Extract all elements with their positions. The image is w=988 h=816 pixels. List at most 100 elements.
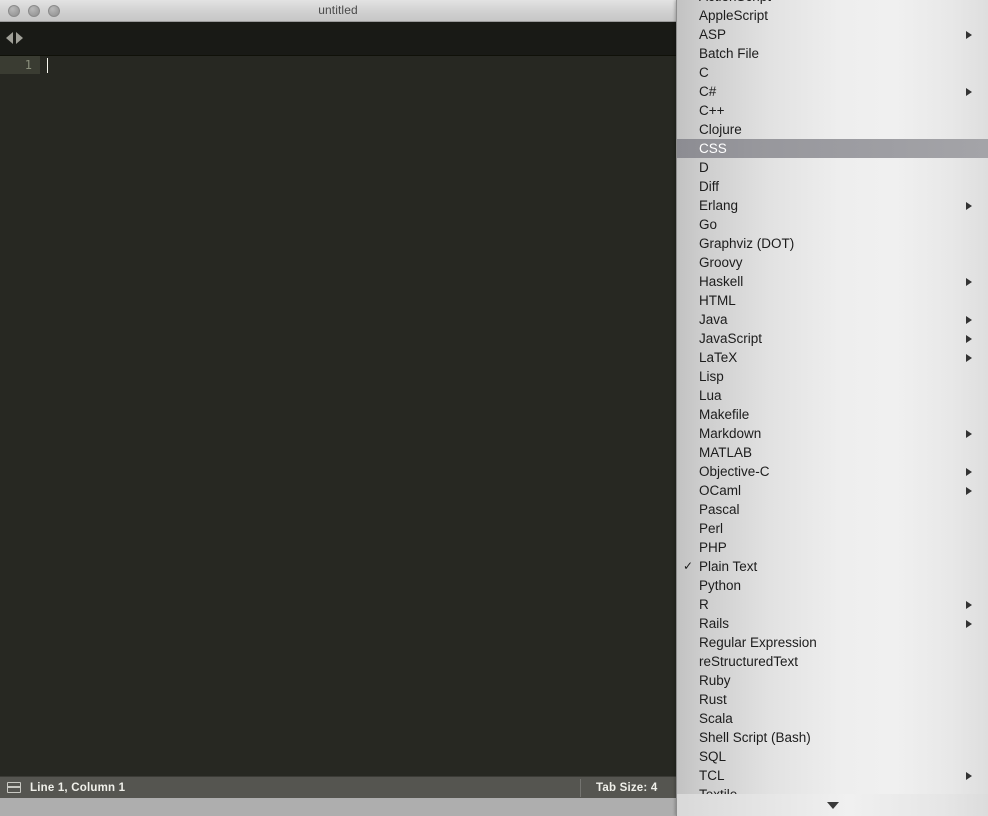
menu-item-c[interactable]: C++ <box>677 101 988 120</box>
menu-item-java[interactable]: Java <box>677 310 988 329</box>
text-caret <box>47 58 48 73</box>
menu-item-diff[interactable]: Diff <box>677 177 988 196</box>
menu-item-label: Pascal <box>699 502 740 517</box>
window-title-bar[interactable]: untitled <box>0 0 676 22</box>
menu-item-label: C <box>699 65 709 80</box>
menu-item-latex[interactable]: LaTeX <box>677 348 988 367</box>
menu-item-tcl[interactable]: TCL <box>677 766 988 785</box>
submenu-arrow-icon <box>966 316 972 324</box>
menu-item-label: Perl <box>699 521 724 536</box>
menu-item-label: Go <box>699 217 718 232</box>
menu-item-python[interactable]: Python <box>677 576 988 595</box>
menu-item-label: Markdown <box>699 426 762 441</box>
menu-item-pascal[interactable]: Pascal <box>677 500 988 519</box>
submenu-arrow-icon <box>966 620 972 628</box>
menu-item-ocaml[interactable]: OCaml <box>677 481 988 500</box>
menu-item-perl[interactable]: Perl <box>677 519 988 538</box>
menu-item-label: Lua <box>699 388 722 403</box>
menu-item-sql[interactable]: SQL <box>677 747 988 766</box>
panel-toggle-icon[interactable] <box>7 782 21 793</box>
menu-item-d[interactable]: D <box>677 158 988 177</box>
menu-item-c[interactable]: C# <box>677 82 988 101</box>
menu-item-batch-file[interactable]: Batch File <box>677 44 988 63</box>
menu-item-label: Plain Text <box>699 559 758 574</box>
menu-item-label: OCaml <box>699 483 742 498</box>
menu-item-label: Scala <box>699 711 733 726</box>
status-bar: Line 1, Column 1 Tab Size: 4 <box>0 776 676 798</box>
submenu-arrow-icon <box>966 354 972 362</box>
menu-item-regular-expression[interactable]: Regular Expression <box>677 633 988 652</box>
menu-item-asp[interactable]: ASP <box>677 25 988 44</box>
menu-item-label: LaTeX <box>699 350 738 365</box>
menu-item-label: Shell Script (Bash) <box>699 730 811 745</box>
menu-item-label: Diff <box>699 179 720 194</box>
menu-item-label: AppleScript <box>699 8 769 23</box>
chevron-down-icon <box>827 801 839 809</box>
menu-item-graphviz-dot[interactable]: Graphviz (DOT) <box>677 234 988 253</box>
menu-item-erlang[interactable]: Erlang <box>677 196 988 215</box>
tab-bar <box>0 22 676 56</box>
menu-item-javascript[interactable]: JavaScript <box>677 329 988 348</box>
menu-item-label: Clojure <box>699 122 742 137</box>
submenu-arrow-icon <box>966 202 972 210</box>
menu-item-r[interactable]: R <box>677 595 988 614</box>
menu-item-label: TCL <box>699 768 725 783</box>
menu-item-label: Rails <box>699 616 730 631</box>
submenu-arrow-icon <box>966 487 972 495</box>
menu-item-ruby[interactable]: Ruby <box>677 671 988 690</box>
menu-item-lisp[interactable]: Lisp <box>677 367 988 386</box>
code-editor-area[interactable]: 1 <box>0 56 676 776</box>
line-number: 1 <box>24 58 32 72</box>
menu-item-label: D <box>699 160 709 175</box>
menu-item-label: Makefile <box>699 407 750 422</box>
status-cursor-position[interactable]: Line 1, Column 1 <box>30 782 125 794</box>
submenu-arrow-icon <box>966 278 972 286</box>
menu-item-scala[interactable]: Scala <box>677 709 988 728</box>
submenu-arrow-icon <box>966 335 972 343</box>
menu-item-shell-script-bash[interactable]: Shell Script (Bash) <box>677 728 988 747</box>
menu-item-haskell[interactable]: Haskell <box>677 272 988 291</box>
menu-item-rails[interactable]: Rails <box>677 614 988 633</box>
menu-item-groovy[interactable]: Groovy <box>677 253 988 272</box>
menu-item-label: Graphviz (DOT) <box>699 236 795 251</box>
menu-item-label: Ruby <box>699 673 731 688</box>
window-title: untitled <box>318 3 358 17</box>
submenu-arrow-icon <box>966 88 972 96</box>
menu-item-c[interactable]: C <box>677 63 988 82</box>
menu-item-html[interactable]: HTML <box>677 291 988 310</box>
menu-item-matlab[interactable]: MATLAB <box>677 443 988 462</box>
menu-item-label: Erlang <box>699 198 739 213</box>
menu-item-makefile[interactable]: Makefile <box>677 405 988 424</box>
menu-item-objective-c[interactable]: Objective-C <box>677 462 988 481</box>
menu-item-label: Python <box>699 578 742 593</box>
menu-scroll-down-button[interactable] <box>677 794 988 816</box>
menu-item-lua[interactable]: Lua <box>677 386 988 405</box>
menu-item-restructuredtext[interactable]: reStructuredText <box>677 652 988 671</box>
menu-item-label: ASP <box>699 27 727 42</box>
menu-item-clojure[interactable]: Clojure <box>677 120 988 139</box>
menu-item-label: C# <box>699 84 717 99</box>
status-tab-size[interactable]: Tab Size: 4 <box>596 782 657 794</box>
menu-item-css[interactable]: CSS <box>677 139 988 158</box>
syntax-selection-menu[interactable]: ActionScriptAppleScriptASPBatch FileCC#C… <box>676 0 988 816</box>
menu-item-label: CSS <box>699 141 727 156</box>
menu-item-label: SQL <box>699 749 727 764</box>
submenu-arrow-icon <box>966 772 972 780</box>
menu-item-php[interactable]: PHP <box>677 538 988 557</box>
submenu-arrow-icon <box>966 468 972 476</box>
menu-item-applescript[interactable]: AppleScript <box>677 6 988 25</box>
submenu-arrow-icon <box>966 601 972 609</box>
menu-item-go[interactable]: Go <box>677 215 988 234</box>
menu-item-rust[interactable]: Rust <box>677 690 988 709</box>
menu-item-label: Java <box>699 312 728 327</box>
syntax-menu-list: ActionScriptAppleScriptASPBatch FileCC#C… <box>677 0 988 804</box>
nav-back-arrow-icon[interactable] <box>6 32 13 44</box>
menu-item-markdown[interactable]: Markdown <box>677 424 988 443</box>
menu-item-label: Rust <box>699 692 727 707</box>
menu-item-label: Groovy <box>699 255 743 270</box>
line-number-gutter: 1 <box>0 56 40 776</box>
menu-item-label: PHP <box>699 540 727 555</box>
menu-item-plain-text[interactable]: ✓ Plain Text <box>677 557 988 576</box>
nav-forward-arrow-icon[interactable] <box>16 32 23 44</box>
menu-item-label: Haskell <box>699 274 744 289</box>
